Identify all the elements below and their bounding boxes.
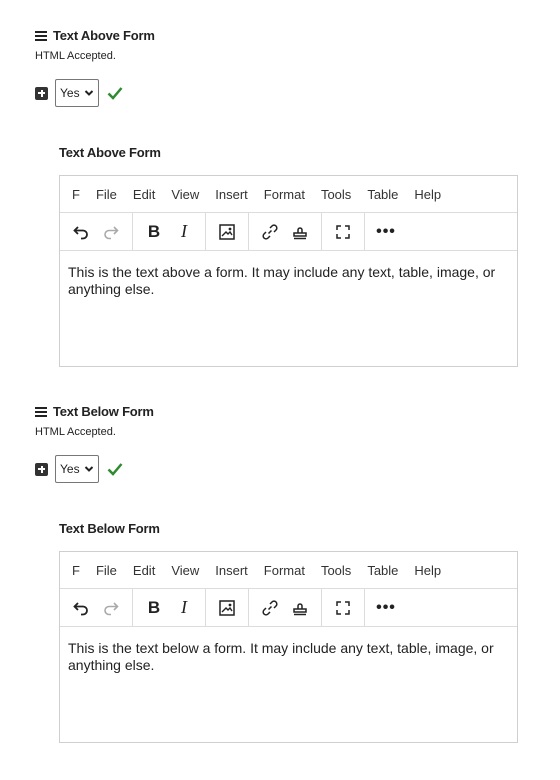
link-icon: [262, 223, 278, 240]
fullscreen-icon: [336, 600, 350, 615]
rich-text-editor: F File Edit View Insert Format Tools Tab…: [59, 551, 518, 743]
italic-icon: I: [181, 221, 187, 241]
menu-format[interactable]: Format: [264, 187, 305, 202]
bold-button[interactable]: B: [139, 217, 169, 247]
stamp-icon: [293, 602, 307, 615]
image-icon: [219, 223, 235, 240]
fullscreen-button[interactable]: [328, 217, 358, 247]
more-group: •••: [365, 589, 407, 626]
bold-button[interactable]: B: [139, 593, 169, 623]
insert-link-button[interactable]: [255, 217, 285, 247]
html-accepted-hint: HTML Accepted.: [35, 50, 116, 62]
media-group: [206, 589, 249, 626]
undo-icon: [73, 601, 88, 615]
chevron-down-icon: [84, 466, 93, 472]
menu-view[interactable]: View: [171, 187, 199, 202]
link-icon: [262, 599, 278, 616]
more-icon: •••: [376, 598, 396, 616]
image-icon: [219, 599, 235, 616]
check-icon: [107, 87, 123, 100]
enable-select[interactable]: Yes: [55, 79, 99, 107]
undo-button[interactable]: [66, 593, 96, 623]
editor-content[interactable]: This is the text below a form. It may in…: [60, 627, 517, 687]
drag-handle-icon[interactable]: [35, 30, 47, 41]
fullscreen-icon: [336, 224, 350, 239]
media-group: [206, 213, 249, 250]
more-button[interactable]: •••: [371, 217, 401, 247]
more-button[interactable]: •••: [371, 593, 401, 623]
stamp-icon: [293, 226, 307, 239]
menu-table[interactable]: Table: [367, 563, 398, 578]
section-title: Text Below Form: [53, 404, 154, 419]
check-icon: [107, 463, 123, 476]
history-group: [60, 213, 133, 250]
history-group: [60, 589, 133, 626]
editor-label: Text Above Form: [59, 145, 161, 160]
format-group: B I: [133, 213, 206, 250]
view-group: [322, 213, 365, 250]
rich-text-editor: F File Edit View Insert Format Tools Tab…: [59, 175, 518, 367]
redo-button[interactable]: [96, 593, 126, 623]
menu-help[interactable]: Help: [414, 563, 441, 578]
menu-f[interactable]: F: [72, 563, 80, 578]
italic-button[interactable]: I: [169, 593, 199, 623]
menu-format[interactable]: Format: [264, 563, 305, 578]
editor-toolbar: B I •••: [60, 213, 517, 251]
fullscreen-button[interactable]: [328, 593, 358, 623]
expand-plus-icon[interactable]: [35, 86, 48, 100]
select-value: Yes: [60, 86, 80, 100]
editor-toolbar: B I •••: [60, 589, 517, 627]
editor-content[interactable]: This is the text above a form. It may in…: [60, 251, 517, 311]
insert-link-button[interactable]: [255, 593, 285, 623]
menu-tools[interactable]: Tools: [321, 187, 351, 202]
more-group: •••: [365, 213, 407, 250]
enable-select[interactable]: Yes: [55, 455, 99, 483]
italic-icon: I: [181, 597, 187, 617]
menu-file[interactable]: File: [96, 187, 117, 202]
bold-icon: B: [147, 221, 161, 241]
enable-controls: Yes: [35, 79, 123, 107]
menu-view[interactable]: View: [171, 563, 199, 578]
menu-edit[interactable]: Edit: [133, 563, 155, 578]
editor-menubar: F File Edit View Insert Format Tools Tab…: [60, 552, 517, 589]
section-title: Text Above Form: [53, 28, 155, 43]
menu-table[interactable]: Table: [367, 187, 398, 202]
bold-icon: B: [147, 597, 161, 617]
section-header: Text Below Form: [35, 404, 154, 419]
redo-button[interactable]: [96, 217, 126, 247]
format-group: B I: [133, 589, 206, 626]
menu-tools[interactable]: Tools: [321, 563, 351, 578]
stamp-button[interactable]: [285, 217, 315, 247]
menu-f[interactable]: F: [72, 187, 80, 202]
undo-button[interactable]: [66, 217, 96, 247]
chevron-down-icon: [84, 90, 93, 96]
menu-edit[interactable]: Edit: [133, 187, 155, 202]
insert-image-button[interactable]: [212, 593, 242, 623]
expand-plus-icon[interactable]: [35, 462, 48, 476]
redo-icon: [104, 601, 119, 615]
html-accepted-hint: HTML Accepted.: [35, 426, 116, 438]
link-group: [249, 589, 322, 626]
view-group: [322, 589, 365, 626]
select-value: Yes: [60, 462, 80, 476]
section-header: Text Above Form: [35, 28, 155, 43]
menu-help[interactable]: Help: [414, 187, 441, 202]
menu-insert[interactable]: Insert: [215, 563, 248, 578]
enable-controls: Yes: [35, 455, 123, 483]
more-icon: •••: [376, 222, 396, 240]
insert-image-button[interactable]: [212, 217, 242, 247]
link-group: [249, 213, 322, 250]
undo-icon: [73, 225, 88, 239]
drag-handle-icon[interactable]: [35, 406, 47, 417]
menu-file[interactable]: File: [96, 563, 117, 578]
redo-icon: [104, 225, 119, 239]
stamp-button[interactable]: [285, 593, 315, 623]
editor-label: Text Below Form: [59, 521, 160, 536]
menu-insert[interactable]: Insert: [215, 187, 248, 202]
italic-button[interactable]: I: [169, 217, 199, 247]
editor-menubar: F File Edit View Insert Format Tools Tab…: [60, 176, 517, 213]
